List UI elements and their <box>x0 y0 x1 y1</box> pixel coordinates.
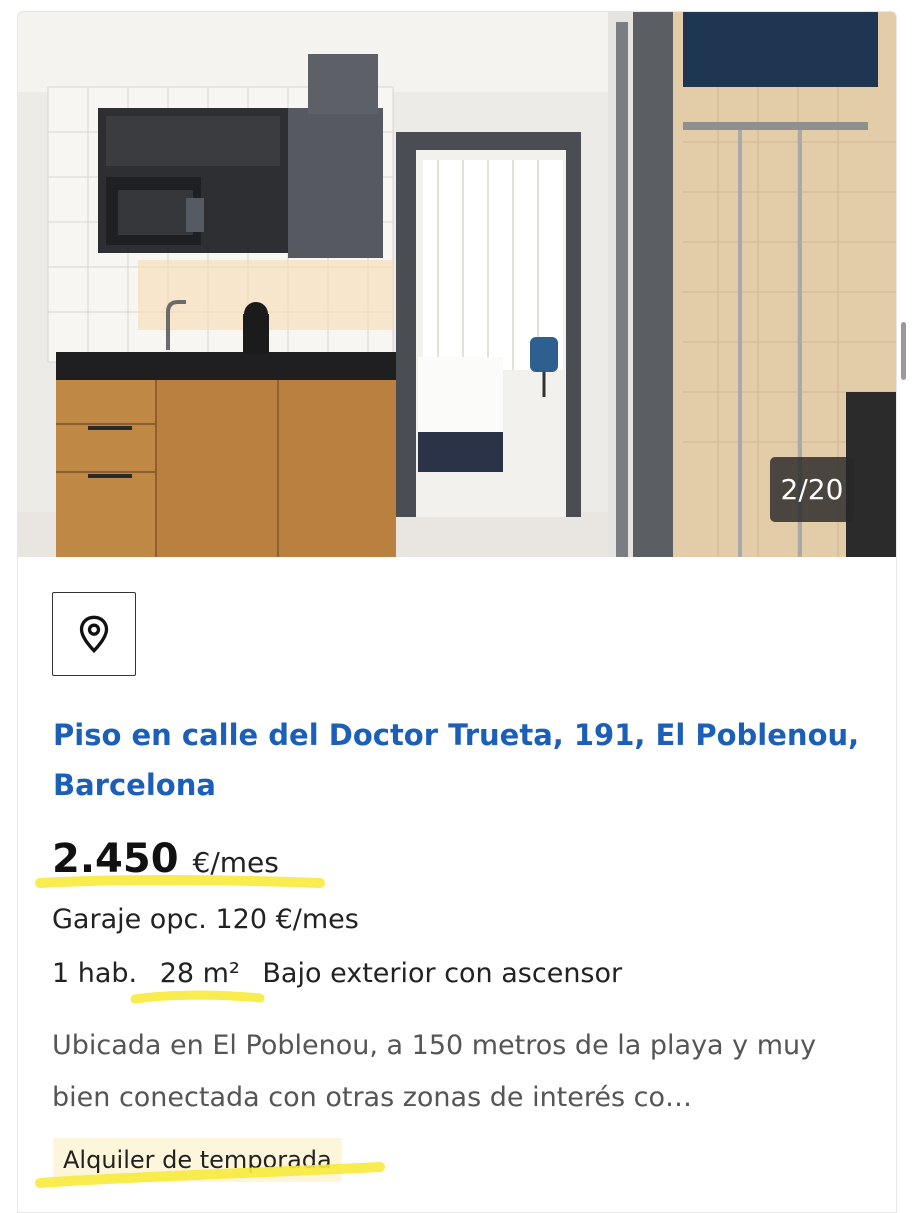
scrollbar-thumb[interactable] <box>901 322 906 380</box>
listing-title-link[interactable]: Piso en calle del Doctor Trueta, 191, El… <box>53 710 883 810</box>
features-row: 1 hab. 28 m² Bajo exterior con ascensor <box>52 954 636 994</box>
map-location-button[interactable] <box>52 592 136 676</box>
price-row: 2.450 €/mes <box>52 836 279 886</box>
photo-counter: 2/20 <box>770 457 854 522</box>
parking-info: Garaje opc. 120 €/mes <box>52 904 359 935</box>
price-amount: 2.450 <box>52 836 179 882</box>
listing-description: Ubicada en El Poblenou, a 150 metros de … <box>52 1030 817 1113</box>
rooms-count: 1 hab. <box>52 958 138 989</box>
price-unit: €/mes <box>192 846 279 879</box>
rental-type-badge: Alquiler de temporada <box>53 1138 342 1182</box>
floor-info: Bajo exterior con ascensor <box>262 958 623 989</box>
listing-card[interactable]: 2/20 Piso en calle del Doctor Trueta, 19… <box>17 11 897 1213</box>
apartment-photo-illustration <box>18 12 896 557</box>
location-pin-icon <box>79 615 109 654</box>
listing-photo[interactable]: 2/20 <box>18 12 896 557</box>
area-size: 28 m² <box>159 958 240 989</box>
